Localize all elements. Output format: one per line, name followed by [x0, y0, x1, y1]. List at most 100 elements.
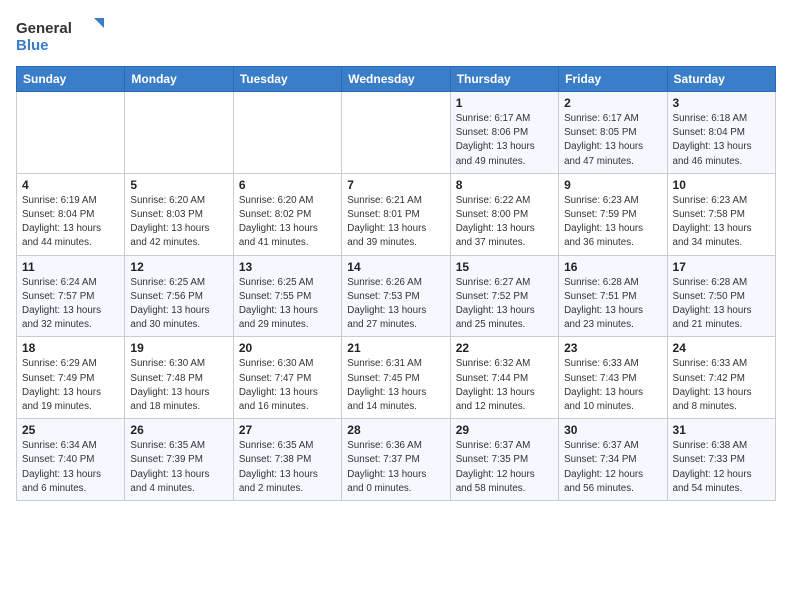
calendar-cell: 6Sunrise: 6:20 AM Sunset: 8:02 PM Daylig… — [233, 173, 341, 255]
calendar-cell: 26 Sunrise: 6:35 AM Sunset: 7:39 PM Dayli… — [125, 419, 233, 501]
calendar-cell: 27Sunrise: 6:35 AM Sunset: 7:38 PM Dayli… — [233, 419, 341, 501]
day-number: 9 — [564, 178, 661, 192]
day-info: Sunrise: 6:32 AM Sunset: 7:44 PM Dayligh… — [456, 357, 553, 414]
logo: General Blue — [16, 16, 110, 56]
day-info: Sunrise: 6:22 AM Sunset: 8:00 PM Dayligh… — [456, 194, 553, 251]
day-number: 22 — [456, 341, 553, 355]
day-number: 17 — [673, 260, 770, 274]
weekday-header-row: SundayMondayTuesdayWednesdayThursdayFrid… — [17, 67, 776, 92]
calendar-cell: 19 Sunrise: 6:30 AM Sunset: 7:48 PM Dayli… — [125, 337, 233, 419]
calendar-table: SundayMondayTuesdayWednesdayThursdayFrid… — [16, 66, 776, 501]
day-number: 6 — [239, 178, 336, 192]
logo-text-general: General — [16, 20, 72, 37]
day-number: 11 — [22, 260, 119, 274]
calendar-cell: 20Sunrise: 6:30 AM Sunset: 7:47 PM Dayli… — [233, 337, 341, 419]
calendar-week-row: 25 Sunrise: 6:34 AM Sunset: 7:40 PM Dayli… — [17, 419, 776, 501]
calendar-cell: 13 Sunrise: 6:25 AM Sunset: 7:55 PM Dayli… — [233, 255, 341, 337]
day-number: 25 — [22, 423, 119, 437]
day-info: Sunrise: 6:28 AM Sunset: 7:50 PM Dayligh… — [673, 276, 770, 333]
day-info: Sunrise: 6:30 AM Sunset: 7:48 PM Dayligh… — [130, 357, 227, 414]
day-number: 16 — [564, 260, 661, 274]
day-info: Sunrise: 6:23 AM Sunset: 7:58 PM Dayligh… — [673, 194, 770, 251]
day-number: 26 — [130, 423, 227, 437]
day-info: Sunrise: 6:28 AM Sunset: 7:51 PM Dayligh… — [564, 276, 661, 333]
day-number: 14 — [347, 260, 444, 274]
day-number: 28 — [347, 423, 444, 437]
calendar-cell: 24 Sunrise: 6:33 AM Sunset: 7:42 PM Dayli… — [667, 337, 775, 419]
day-info: Sunrise: 6:21 AM Sunset: 8:01 PM Dayligh… — [347, 194, 444, 251]
calendar-week-row: 11 Sunrise: 6:24 AM Sunset: 7:57 PM Dayli… — [17, 255, 776, 337]
day-number: 15 — [456, 260, 553, 274]
day-number: 4 — [22, 178, 119, 192]
calendar-cell — [233, 92, 341, 174]
day-number: 5 — [130, 178, 227, 192]
calendar-cell: 30 Sunrise: 6:37 AM Sunset: 7:34 PM Dayli… — [559, 419, 667, 501]
calendar-cell: 9 Sunrise: 6:23 AM Sunset: 7:59 PM Daylig… — [559, 173, 667, 255]
calendar-cell: 3Sunrise: 6:18 AM Sunset: 8:04 PM Daylig… — [667, 92, 775, 174]
weekday-header-tuesday: Tuesday — [233, 67, 341, 92]
day-number: 1 — [456, 96, 553, 110]
day-info: Sunrise: 6:25 AM Sunset: 7:56 PM Dayligh… — [130, 276, 227, 333]
weekday-header-saturday: Saturday — [667, 67, 775, 92]
day-info: Sunrise: 6:35 AM Sunset: 7:38 PM Dayligh… — [239, 439, 336, 496]
calendar-cell: 29 Sunrise: 6:37 AM Sunset: 7:35 PM Dayli… — [450, 419, 558, 501]
day-info: Sunrise: 6:18 AM Sunset: 8:04 PM Dayligh… — [673, 112, 770, 169]
day-info: Sunrise: 6:37 AM Sunset: 7:34 PM Dayligh… — [564, 439, 661, 496]
calendar-cell: 5Sunrise: 6:20 AM Sunset: 8:03 PM Daylig… — [125, 173, 233, 255]
day-info: Sunrise: 6:23 AM Sunset: 7:59 PM Dayligh… — [564, 194, 661, 251]
calendar-cell: 10Sunrise: 6:23 AM Sunset: 7:58 PM Dayli… — [667, 173, 775, 255]
calendar-cell: 1 Sunrise: 6:17 AM Sunset: 8:06 PM Daylig… — [450, 92, 558, 174]
calendar-cell: 28Sunrise: 6:36 AM Sunset: 7:37 PM Dayli… — [342, 419, 450, 501]
day-info: Sunrise: 6:29 AM Sunset: 7:49 PM Dayligh… — [22, 357, 119, 414]
calendar-cell: 11 Sunrise: 6:24 AM Sunset: 7:57 PM Dayli… — [17, 255, 125, 337]
calendar-cell: 16 Sunrise: 6:28 AM Sunset: 7:51 PM Dayli… — [559, 255, 667, 337]
calendar-cell: 2 Sunrise: 6:17 AM Sunset: 8:05 PM Daylig… — [559, 92, 667, 174]
day-info: Sunrise: 6:17 AM Sunset: 8:06 PM Dayligh… — [456, 112, 553, 169]
calendar-cell: 23Sunrise: 6:33 AM Sunset: 7:43 PM Dayli… — [559, 337, 667, 419]
calendar-cell: 21 Sunrise: 6:31 AM Sunset: 7:45 PM Dayli… — [342, 337, 450, 419]
calendar-cell — [342, 92, 450, 174]
day-number: 18 — [22, 341, 119, 355]
day-number: 12 — [130, 260, 227, 274]
day-number: 2 — [564, 96, 661, 110]
day-info: Sunrise: 6:30 AM Sunset: 7:47 PM Dayligh… — [239, 357, 336, 414]
weekday-header-wednesday: Wednesday — [342, 67, 450, 92]
day-number: 21 — [347, 341, 444, 355]
day-info: Sunrise: 6:37 AM Sunset: 7:35 PM Dayligh… — [456, 439, 553, 496]
day-number: 29 — [456, 423, 553, 437]
day-number: 30 — [564, 423, 661, 437]
calendar-cell: 22 Sunrise: 6:32 AM Sunset: 7:44 PM Dayli… — [450, 337, 558, 419]
day-info: Sunrise: 6:31 AM Sunset: 7:45 PM Dayligh… — [347, 357, 444, 414]
day-number: 24 — [673, 341, 770, 355]
day-info: Sunrise: 6:27 AM Sunset: 7:52 PM Dayligh… — [456, 276, 553, 333]
calendar-week-row: 1 Sunrise: 6:17 AM Sunset: 8:06 PM Daylig… — [17, 92, 776, 174]
page-header: General Blue — [16, 16, 776, 56]
day-info: Sunrise: 6:25 AM Sunset: 7:55 PM Dayligh… — [239, 276, 336, 333]
calendar-cell — [17, 92, 125, 174]
weekday-header-thursday: Thursday — [450, 67, 558, 92]
logo-text-blue: Blue — [16, 37, 49, 54]
calendar-cell: 31Sunrise: 6:38 AM Sunset: 7:33 PM Dayli… — [667, 419, 775, 501]
day-number: 31 — [673, 423, 770, 437]
calendar-cell: 15 Sunrise: 6:27 AM Sunset: 7:52 PM Dayli… — [450, 255, 558, 337]
calendar-cell: 8Sunrise: 6:22 AM Sunset: 8:00 PM Daylig… — [450, 173, 558, 255]
day-info: Sunrise: 6:33 AM Sunset: 7:42 PM Dayligh… — [673, 357, 770, 414]
day-number: 19 — [130, 341, 227, 355]
calendar-cell: 4 Sunrise: 6:19 AM Sunset: 8:04 PM Daylig… — [17, 173, 125, 255]
day-info: Sunrise: 6:34 AM Sunset: 7:40 PM Dayligh… — [22, 439, 119, 496]
day-info: Sunrise: 6:24 AM Sunset: 7:57 PM Dayligh… — [22, 276, 119, 333]
weekday-header-friday: Friday — [559, 67, 667, 92]
day-info: Sunrise: 6:19 AM Sunset: 8:04 PM Dayligh… — [22, 194, 119, 251]
calendar-cell: 14Sunrise: 6:26 AM Sunset: 7:53 PM Dayli… — [342, 255, 450, 337]
calendar-cell: 17 Sunrise: 6:28 AM Sunset: 7:50 PM Dayli… — [667, 255, 775, 337]
calendar-cell: 7Sunrise: 6:21 AM Sunset: 8:01 PM Daylig… — [342, 173, 450, 255]
calendar-week-row: 4 Sunrise: 6:19 AM Sunset: 8:04 PM Daylig… — [17, 173, 776, 255]
day-number: 23 — [564, 341, 661, 355]
logo-symbol: General Blue — [16, 16, 106, 56]
calendar-cell: 18 Sunrise: 6:29 AM Sunset: 7:49 PM Dayli… — [17, 337, 125, 419]
day-number: 13 — [239, 260, 336, 274]
logo-arrow — [94, 18, 104, 28]
day-info: Sunrise: 6:35 AM Sunset: 7:39 PM Dayligh… — [130, 439, 227, 496]
weekday-header-sunday: Sunday — [17, 67, 125, 92]
day-info: Sunrise: 6:17 AM Sunset: 8:05 PM Dayligh… — [564, 112, 661, 169]
